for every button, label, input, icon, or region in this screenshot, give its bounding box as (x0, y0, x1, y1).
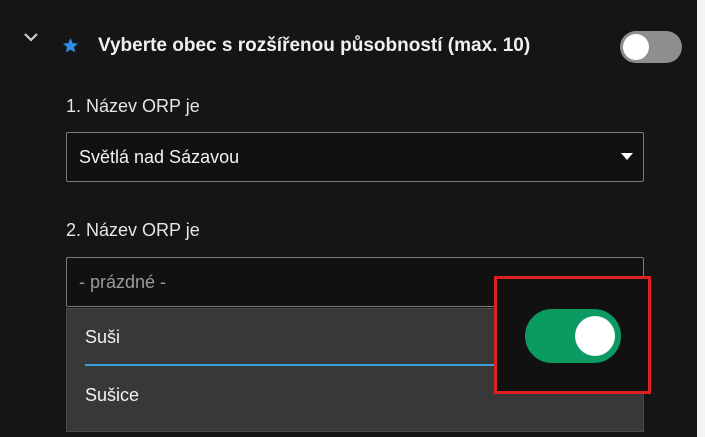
field-label-1: 1. Název ORP je (66, 96, 200, 116)
field-label-2: 2. Název ORP je (66, 220, 200, 240)
expression-title: Vyberte obec s rozšířenou působností (ma… (98, 35, 531, 56)
toggle-knob (623, 34, 649, 60)
orp-select-2-placeholder: - prázdné - (79, 272, 167, 292)
toggle-knob (575, 316, 615, 356)
highlight-box (494, 276, 651, 394)
caret-down-icon (621, 153, 633, 160)
filter-panel: Vyberte obec s rozšířenou působností (ma… (0, 0, 705, 437)
star-icon (62, 37, 79, 54)
option-label: Suši (85, 327, 121, 347)
orp-select-1[interactable]: Světlá nad Sázavou (66, 132, 644, 182)
orp-select-1-value: Světlá nad Sázavou (79, 147, 240, 167)
expression-toggle[interactable] (620, 31, 682, 63)
option-label: Sušice (85, 385, 140, 405)
expression-header: Vyberte obec s rozšířenou působností (ma… (0, 20, 697, 78)
page-edge (697, 0, 705, 437)
chevron-down-icon[interactable] (24, 30, 38, 44)
enabled-toggle[interactable] (525, 309, 621, 363)
